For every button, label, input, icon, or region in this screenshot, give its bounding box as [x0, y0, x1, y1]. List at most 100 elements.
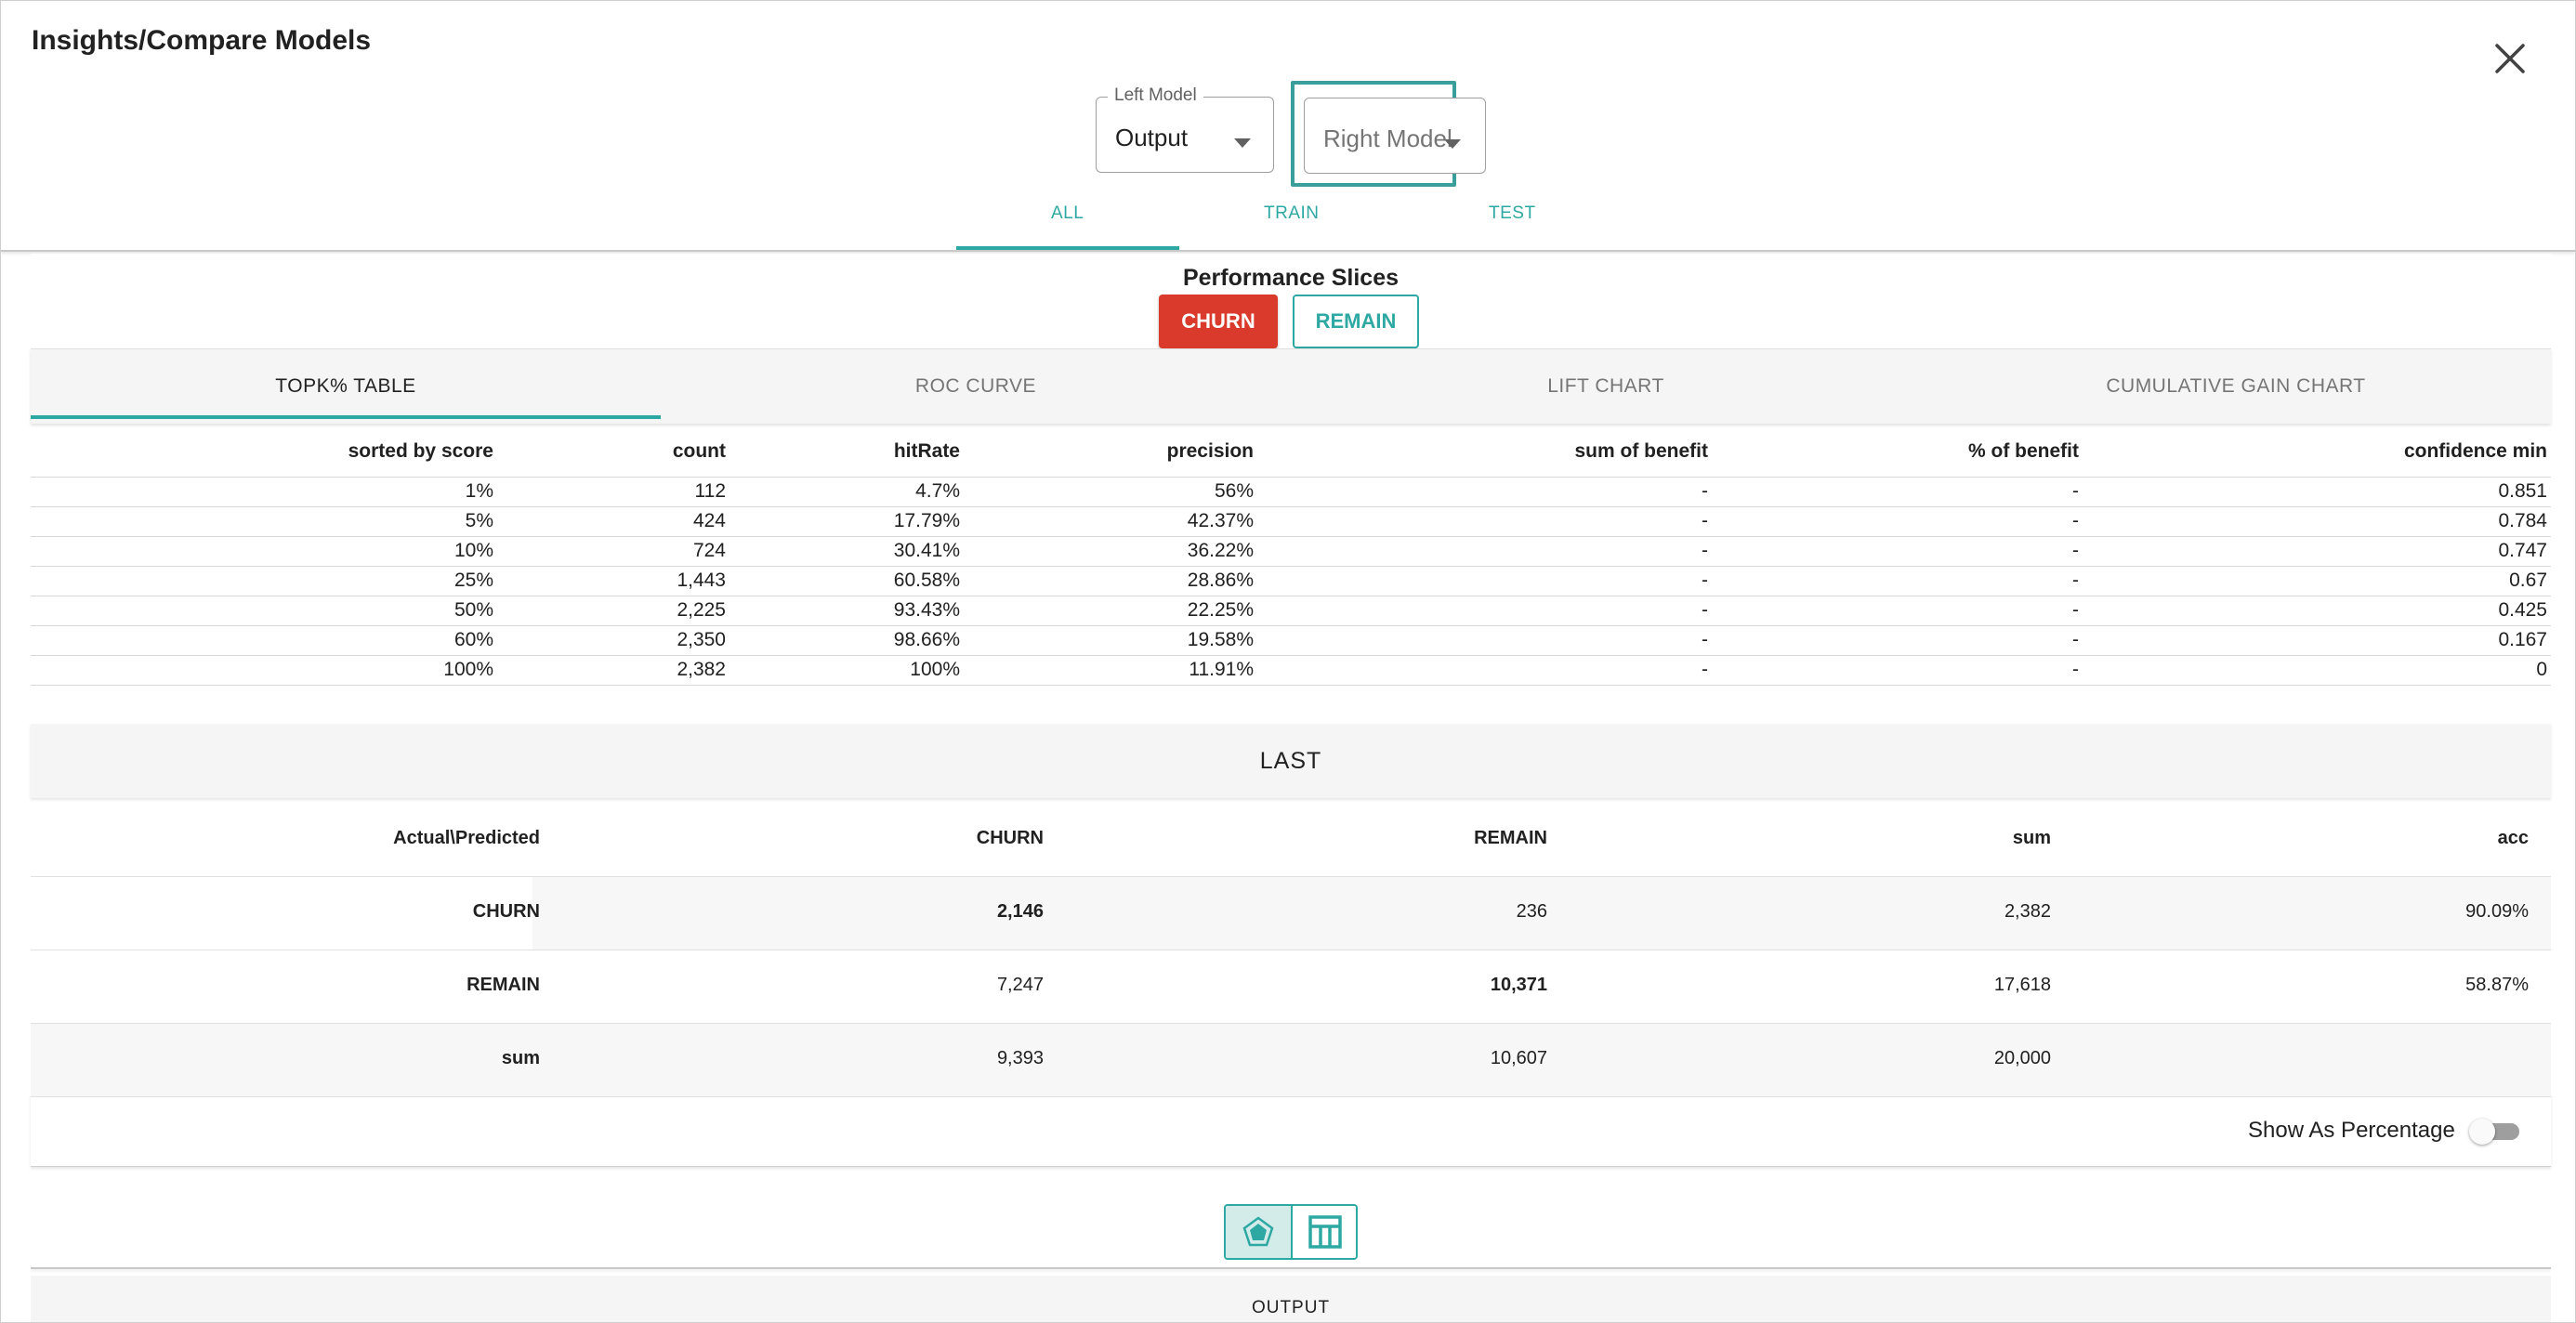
- table-cell: 100%: [910, 659, 960, 680]
- table-cell: 0.167: [2498, 629, 2547, 650]
- column-header: acc: [2497, 828, 2529, 848]
- table-cell: 0.425: [2498, 599, 2547, 621]
- show-as-percentage-label: Show As Percentage: [2248, 1118, 2455, 1143]
- analysis-tab-indicator: [31, 415, 661, 419]
- table-cell: 0.851: [2498, 480, 2547, 502]
- table-cell: 2,350: [677, 629, 726, 650]
- table-cell: 1,443: [677, 570, 726, 591]
- table-row: 1% 112 4.7% 56% - - 0.851: [31, 478, 2551, 507]
- right-model-placeholder: Right Model: [1323, 124, 1452, 152]
- compare-models-dialog: Insights/Compare Models Left Model Outpu…: [0, 0, 2576, 1323]
- table-cell: 7,247: [996, 975, 1044, 995]
- table-cell: 0.67: [2509, 570, 2547, 591]
- tab-train[interactable]: TRAIN: [1264, 203, 1320, 224]
- last-section-header: LAST: [31, 724, 2551, 798]
- close-button[interactable]: [2488, 36, 2532, 81]
- column-header: % of benefit: [1968, 440, 2079, 462]
- view-toggle-group: [1224, 1204, 1358, 1260]
- dialog-title: Insights/Compare Models: [32, 25, 372, 56]
- split-tabs: ALL TRAIN TEST: [1, 181, 2575, 252]
- table-cell: 20,000: [1993, 1048, 2051, 1068]
- table-row: 100% 2,382 100% 11.91% - - 0: [31, 656, 2551, 686]
- table-cell: 50%: [453, 599, 493, 621]
- row-shading: [31, 1024, 2551, 1096]
- tab-test[interactable]: TEST: [1489, 203, 1536, 224]
- table-cell: 60.58%: [893, 570, 960, 591]
- table-row: 60% 2,350 98.66% 19.58% - - 0.167: [31, 626, 2551, 656]
- table-cell: 2,225: [677, 599, 726, 621]
- left-model-label: Left Model: [1108, 85, 1203, 106]
- chart-view-button[interactable]: [1226, 1206, 1293, 1258]
- confusion-matrix: Actual\Predicted CHURN REMAIN sum acc CH…: [31, 804, 2551, 1097]
- tab-indicator: [956, 246, 1179, 250]
- row-header-remain: REMAIN: [467, 975, 540, 995]
- churn-button[interactable]: CHURN: [1159, 295, 1278, 348]
- table-cell: 424: [692, 510, 726, 531]
- column-header: sum: [2012, 828, 2051, 848]
- column-header: Actual\Predicted: [393, 828, 540, 848]
- chevron-down-icon: [1444, 139, 1461, 149]
- table-cell: 10,371: [1490, 975, 1547, 995]
- confusion-row: REMAIN 7,247 10,371 17,618 58.87%: [31, 950, 2551, 1024]
- table-cell: 0.747: [2498, 540, 2547, 561]
- show-as-percentage-row: Show As Percentage: [31, 1094, 2551, 1167]
- table-cell: 100%: [443, 659, 493, 680]
- table-cell: 0.784: [2498, 510, 2547, 531]
- table-cell: 0: [2536, 659, 2547, 680]
- table-cell: 17,618: [1993, 975, 2051, 995]
- table-cell: 10,607: [1490, 1048, 1547, 1068]
- table-cell: 17.79%: [893, 510, 960, 531]
- table-cell: -: [1702, 599, 1708, 621]
- table-cell: -: [1702, 510, 1708, 531]
- table-cell: 5%: [465, 510, 493, 531]
- column-header: count: [672, 440, 726, 462]
- table-cell: -: [1702, 570, 1708, 591]
- row-header-sum: sum: [501, 1048, 540, 1068]
- performance-slices-title: Performance Slices: [1182, 265, 1400, 291]
- table-cell: 724: [692, 540, 726, 561]
- analysis-tabs: TOPK% TABLE ROC CURVE LIFT CHART CUMULAT…: [31, 348, 2551, 424]
- table-cell: 11.91%: [1189, 659, 1254, 680]
- table-cell: 25%: [453, 570, 493, 591]
- table-cell: 22.25%: [1187, 599, 1254, 621]
- table-cell: 36.22%: [1187, 540, 1254, 561]
- table-row: 25% 1,443 60.58% 28.86% - - 0.67: [31, 567, 2551, 596]
- table-cell: 2,382: [677, 659, 726, 680]
- tab-lift-chart[interactable]: LIFT CHART: [1291, 349, 1921, 424]
- table-cell: -: [2072, 629, 2079, 650]
- left-model-select[interactable]: Left Model Output: [1096, 85, 1274, 173]
- tab-roc-curve[interactable]: ROC CURVE: [661, 349, 1291, 424]
- pentagon-chart-icon: [1242, 1216, 1274, 1247]
- section-divider: [31, 1267, 2551, 1269]
- column-header: sum of benefit: [1574, 440, 1708, 462]
- column-header: sorted by score: [348, 440, 493, 462]
- table-row: 10% 724 30.41% 36.22% - - 0.747: [31, 537, 2551, 567]
- column-header: confidence min: [2403, 440, 2547, 462]
- table-cell: 2,382: [2004, 901, 2051, 922]
- table-view-button[interactable]: [1293, 1206, 1356, 1258]
- column-header: hitRate: [893, 440, 960, 462]
- table-cell: -: [2072, 540, 2079, 561]
- toggle-knob[interactable]: [2469, 1119, 2495, 1145]
- right-model-select[interactable]: Right Model: [1304, 98, 1486, 174]
- main-content: Performance Slices CHURN REMAIN TOPK% TA…: [31, 254, 2551, 1322]
- table-cell: -: [2072, 480, 2079, 502]
- table-cell: 112: [694, 480, 726, 502]
- table-icon: [1308, 1215, 1342, 1249]
- table-cell: 4.7%: [915, 480, 960, 502]
- tab-all[interactable]: ALL: [1051, 203, 1084, 224]
- tab-topk-table[interactable]: TOPK% TABLE: [31, 349, 661, 424]
- table-cell: 236: [1516, 901, 1547, 922]
- table-cell: 56%: [1214, 480, 1254, 502]
- table-row: 5% 424 17.79% 42.37% - - 0.784: [31, 507, 2551, 537]
- table-cell: -: [1702, 480, 1708, 502]
- tab-cumulative-gain-chart[interactable]: CUMULATIVE GAIN CHART: [1921, 349, 2551, 424]
- table-cell: -: [1702, 659, 1708, 680]
- table-cell: 90.09%: [2465, 901, 2529, 922]
- confusion-row: CHURN 2,146 236 2,382 90.09%: [31, 877, 2551, 950]
- table-cell: 93.43%: [893, 599, 960, 621]
- confusion-row: sum 9,393 10,607 20,000: [31, 1024, 2551, 1097]
- left-model-value: Output: [1115, 124, 1189, 151]
- column-header-remain: REMAIN: [1474, 828, 1547, 848]
- remain-button[interactable]: REMAIN: [1293, 295, 1419, 348]
